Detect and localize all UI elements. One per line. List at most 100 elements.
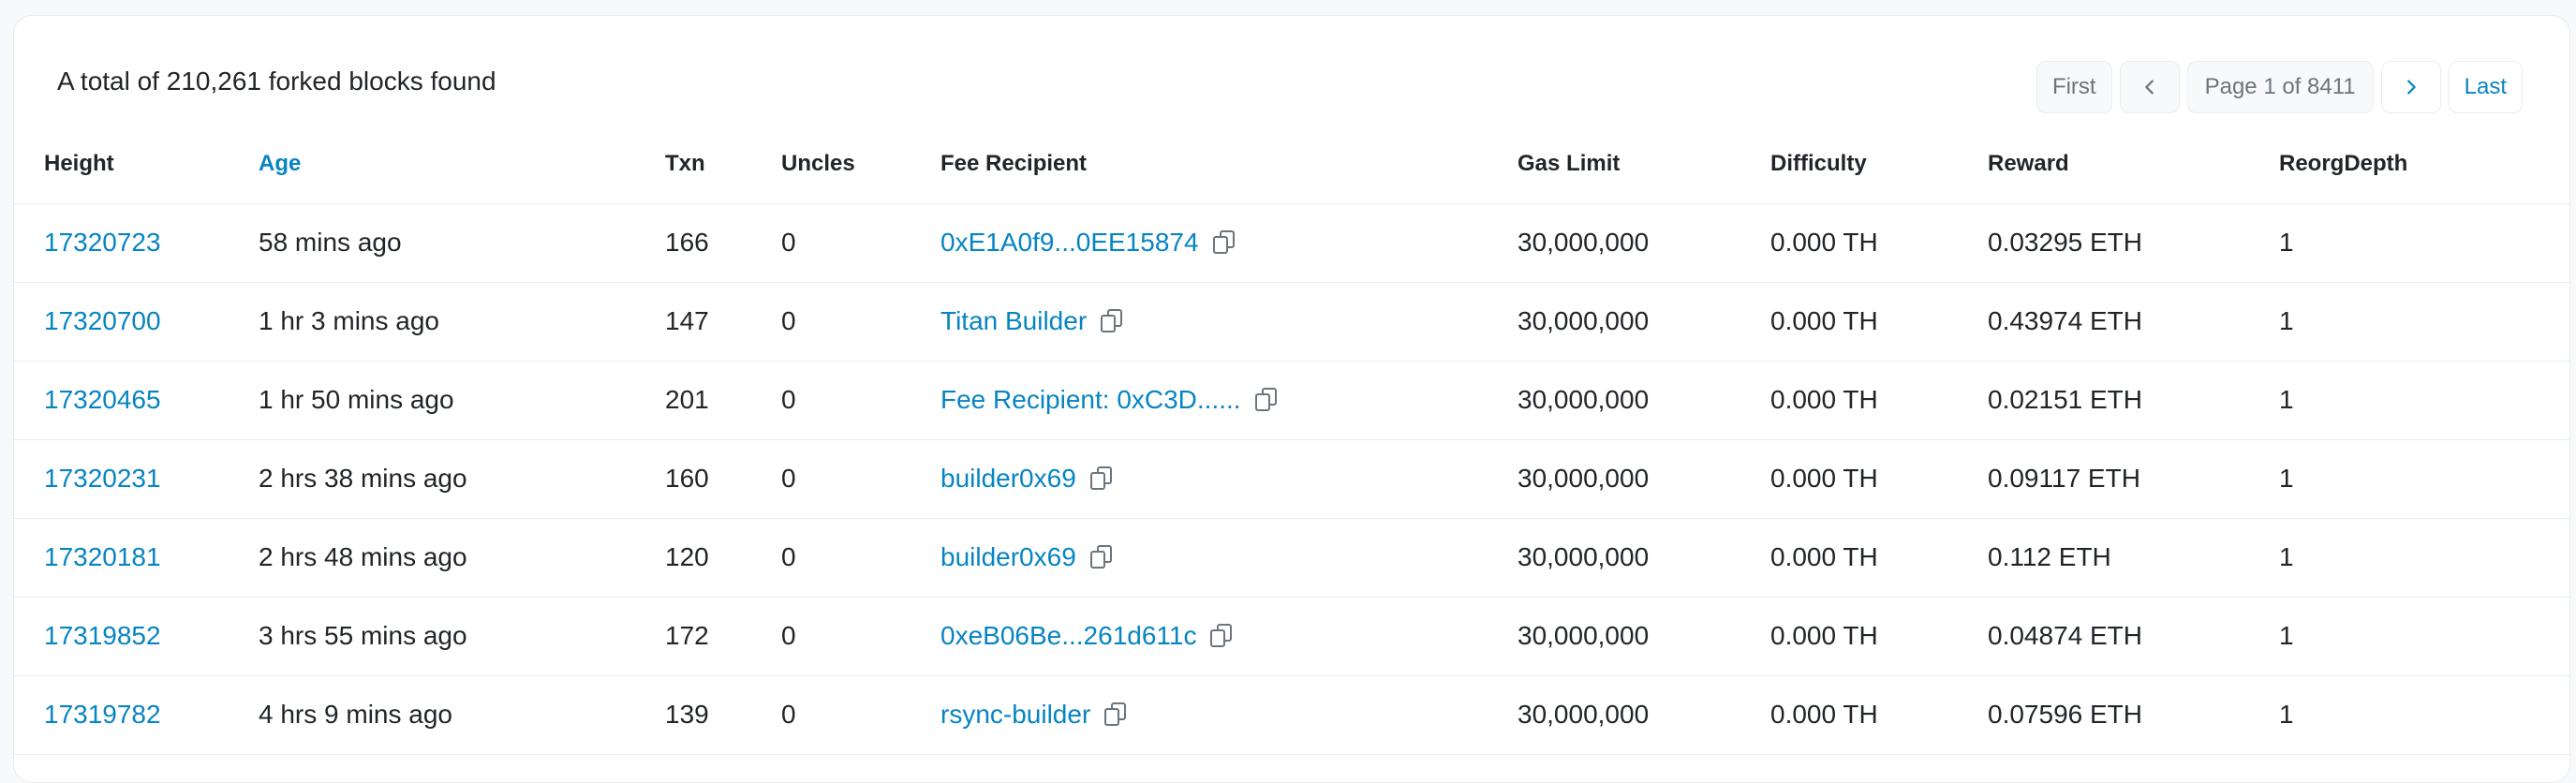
- fee-recipient-wrap: Titan Builder: [940, 306, 1124, 336]
- first-page-button[interactable]: First: [2036, 61, 2112, 113]
- fee-recipient-cell: 0xE1A0f9...0EE15874: [940, 203, 1517, 283]
- results-summary: A total of 210,261 forked blocks found: [57, 66, 496, 96]
- block-height-link[interactable]: 17320181: [13, 518, 259, 598]
- last-page-button[interactable]: Last: [2448, 61, 2523, 113]
- fee-recipient-cell: rsync-builder: [940, 675, 1517, 755]
- reorg-depth: 1: [2279, 439, 2570, 519]
- block-age: 1 hr 3 mins ago: [259, 282, 665, 362]
- column-header-age[interactable]: Age: [259, 125, 665, 204]
- reorg-depth: 1: [2279, 282, 2570, 362]
- fee-recipient-cell: builder0x69: [940, 439, 1517, 519]
- txn-count: 139: [665, 675, 781, 755]
- uncles-count: 0: [781, 439, 940, 519]
- gas-limit: 30,000,000: [1517, 282, 1770, 362]
- block-age: 3 hrs 55 mins ago: [259, 597, 665, 676]
- difficulty: 0.000 TH: [1770, 361, 1988, 440]
- fee-recipient-cell: Titan Builder: [940, 282, 1517, 362]
- txn-count: 147: [665, 282, 781, 362]
- reward: 0.112 ETH: [1988, 518, 2279, 598]
- gas-limit: 30,000,000: [1517, 203, 1770, 283]
- fee-recipient-link[interactable]: builder0x69: [940, 464, 1076, 494]
- column-header-txn: Txn: [665, 125, 781, 204]
- block-height-link[interactable]: 17320465: [13, 361, 259, 440]
- table-row: 17320465 1 hr 50 mins ago 201 0 Fee Recipien…: [13, 361, 2570, 440]
- fee-recipient-link[interactable]: 0xE1A0f9...0EE15874: [940, 228, 1199, 258]
- reorg-depth: 1: [2279, 361, 2570, 440]
- block-age: 2 hrs 48 mins ago: [259, 518, 665, 598]
- difficulty: 0.000 TH: [1770, 282, 1988, 362]
- reorg-depth: 1: [2279, 518, 2570, 598]
- table-header-row: Height Age Txn Uncles Fee Recipient Gas …: [13, 125, 2570, 204]
- pagination: First Page 1 of 8411 Last: [2036, 61, 2523, 113]
- copy-icon[interactable]: [1100, 308, 1124, 334]
- copy-icon[interactable]: [1089, 544, 1114, 570]
- fee-recipient-wrap: builder0x69: [940, 464, 1114, 494]
- column-header-gas-limit: Gas Limit: [1517, 125, 1770, 204]
- next-page-button[interactable]: [2380, 61, 2441, 113]
- reward: 0.02151 ETH: [1988, 361, 2279, 440]
- block-age: 1 hr 50 mins ago: [259, 361, 665, 440]
- block-height-link[interactable]: 17320700: [13, 282, 259, 362]
- reorg-depth: 1: [2279, 675, 2570, 755]
- copy-icon[interactable]: [1209, 623, 1234, 649]
- copy-icon[interactable]: [1103, 702, 1128, 728]
- table-row: 17320723 58 mins ago 166 0 0xE1A0f9...0EE158…: [13, 203, 2570, 283]
- gas-limit: 30,000,000: [1517, 597, 1770, 676]
- copy-icon[interactable]: [1089, 465, 1114, 492]
- reorg-depth: 1: [2279, 203, 2570, 283]
- block-height-link[interactable]: 17319852: [13, 597, 259, 676]
- block-height-link[interactable]: 17320723: [13, 203, 259, 283]
- table-row: 17320700 1 hr 3 mins ago 147 0 Titan Builder…: [13, 282, 2570, 362]
- fee-recipient-wrap: builder0x69: [940, 542, 1114, 572]
- reward: 0.09117 ETH: [1988, 439, 2279, 519]
- fee-recipient-wrap: 0xE1A0f9...0EE15874: [940, 228, 1236, 258]
- uncles-count: 0: [781, 282, 940, 362]
- fee-recipient-link[interactable]: builder0x69: [940, 542, 1076, 572]
- txn-count: 160: [665, 439, 781, 519]
- copy-icon[interactable]: [1254, 387, 1279, 413]
- txn-count: 166: [665, 203, 781, 283]
- block-height-link[interactable]: 17320231: [13, 439, 259, 519]
- page-indicator: Page 1 of 8411: [2186, 61, 2374, 113]
- fee-recipient-link[interactable]: Titan Builder: [940, 306, 1087, 336]
- gas-limit: 30,000,000: [1517, 675, 1770, 755]
- fee-recipient-cell: 0xeB06Be...261d611c: [940, 597, 1517, 676]
- uncles-count: 0: [781, 203, 940, 283]
- reward: 0.03295 ETH: [1988, 203, 2279, 283]
- fee-recipient-link[interactable]: 0xeB06Be...261d611c: [940, 621, 1196, 651]
- difficulty: 0.000 TH: [1770, 675, 1988, 755]
- uncles-count: 0: [781, 675, 940, 755]
- table-row: 17319852 3 hrs 55 mins ago 172 0 0xeB06Be...…: [13, 597, 2570, 676]
- table-row: 17320181 2 hrs 48 mins ago 120 0 builder0x69…: [13, 518, 2570, 598]
- block-age: 58 mins ago: [259, 203, 665, 283]
- column-header-reward: Reward: [1988, 125, 2279, 204]
- block-height-link[interactable]: 17319782: [13, 675, 259, 755]
- gas-limit: 30,000,000: [1517, 518, 1770, 598]
- txn-count: 172: [665, 597, 781, 676]
- chevron-left-icon: [2144, 80, 2154, 95]
- uncles-count: 0: [781, 518, 940, 598]
- difficulty: 0.000 TH: [1770, 439, 1988, 519]
- fee-recipient-link[interactable]: Fee Recipient: 0xC3D......: [940, 385, 1241, 415]
- copy-icon[interactable]: [1212, 229, 1236, 256]
- uncles-count: 0: [781, 597, 940, 676]
- difficulty: 0.000 TH: [1770, 203, 1988, 283]
- column-header-reorg-depth: ReorgDepth: [2279, 125, 2570, 204]
- prev-page-button[interactable]: [2119, 61, 2180, 113]
- fee-recipient-cell: Fee Recipient: 0xC3D......: [940, 361, 1517, 440]
- fee-recipient-link[interactable]: rsync-builder: [940, 700, 1090, 730]
- table-row: 17320231 2 hrs 38 mins ago 160 0 builder0x69…: [13, 439, 2570, 519]
- uncles-count: 0: [781, 361, 940, 440]
- reorg-depth: 1: [2279, 597, 2570, 676]
- txn-count: 201: [665, 361, 781, 440]
- difficulty: 0.000 TH: [1770, 518, 1988, 598]
- block-age: 4 hrs 9 mins ago: [259, 675, 665, 755]
- fee-recipient-wrap: 0xeB06Be...261d611c: [940, 621, 1234, 651]
- column-header-fee-recipient: Fee Recipient: [940, 125, 1517, 204]
- gas-limit: 30,000,000: [1517, 439, 1770, 519]
- reward: 0.04874 ETH: [1988, 597, 2279, 676]
- forked-blocks-table: Height Age Txn Uncles Fee Recipient Gas …: [13, 125, 2570, 755]
- table-row: 17319782 4 hrs 9 mins ago 139 0 rsync-builde…: [13, 675, 2570, 755]
- fee-recipient-cell: builder0x69: [940, 518, 1517, 598]
- chevron-right-icon: [2406, 80, 2416, 95]
